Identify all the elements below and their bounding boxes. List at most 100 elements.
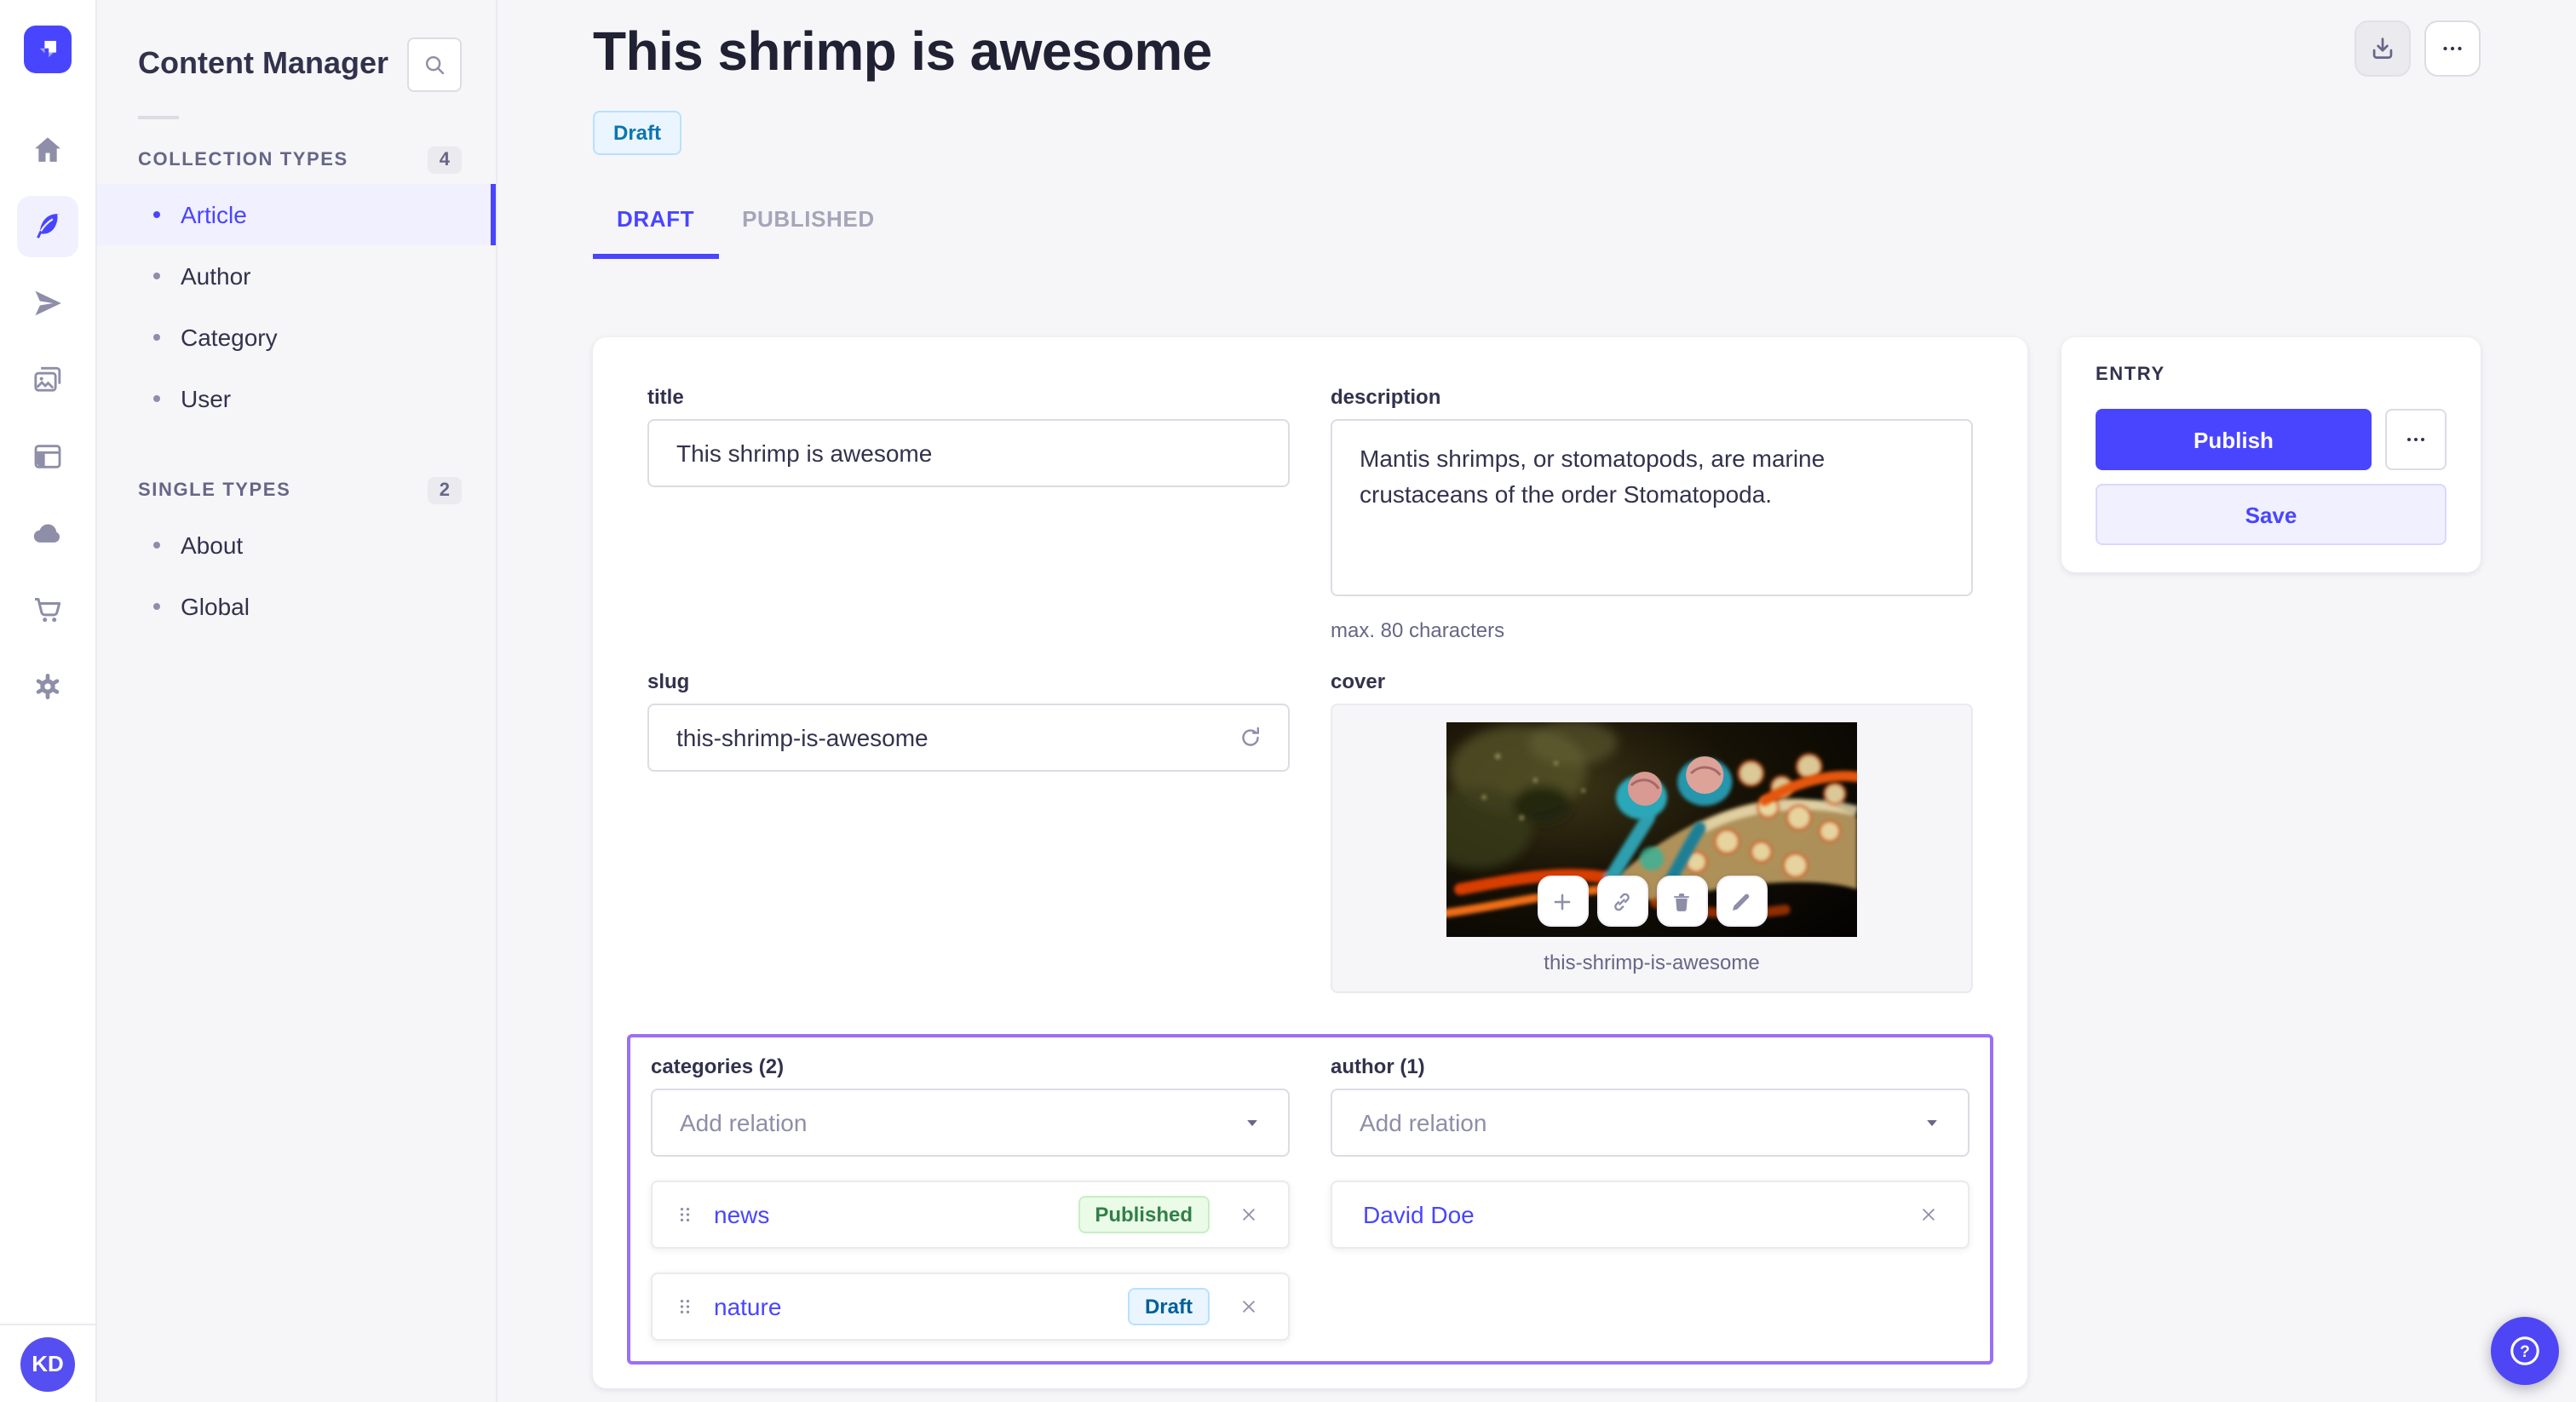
delete-asset-button[interactable] bbox=[1656, 876, 1707, 927]
sidebar-item-label: User bbox=[181, 385, 232, 412]
more-options-button[interactable] bbox=[2424, 20, 2481, 77]
relation-item-nature: nature Draft bbox=[651, 1273, 1290, 1341]
help-icon: ? bbox=[2510, 1336, 2539, 1365]
tab-published[interactable]: PUBLISHED bbox=[718, 206, 899, 259]
bullet-icon bbox=[153, 211, 160, 218]
sidebar-item-label: Author bbox=[181, 262, 251, 290]
relation-link[interactable]: David Doe bbox=[1363, 1201, 1889, 1228]
relation-item-david-doe: David Doe bbox=[1331, 1181, 1969, 1249]
cover-card: this-shrimp-is-awesome bbox=[1331, 704, 1973, 993]
marketplace-icon[interactable] bbox=[17, 579, 78, 641]
tab-draft[interactable]: DRAFT bbox=[593, 206, 719, 259]
save-button[interactable]: Save bbox=[2096, 484, 2447, 545]
more-horizontal-icon bbox=[2407, 438, 2424, 441]
edit-asset-button[interactable] bbox=[1716, 876, 1767, 927]
sidebar-item-label: Category bbox=[181, 324, 278, 351]
slug-input[interactable] bbox=[647, 704, 1290, 772]
regenerate-icon bbox=[1242, 727, 1259, 746]
app-icon-rail: KD bbox=[0, 0, 97, 1402]
strapi-logo[interactable] bbox=[24, 26, 72, 73]
bullet-icon bbox=[153, 334, 160, 341]
content-type-builder-icon[interactable] bbox=[17, 426, 78, 487]
publish-button[interactable]: Publish bbox=[2096, 409, 2372, 470]
version-tabs: DRAFT PUBLISHED bbox=[593, 206, 2481, 259]
media-library-icon[interactable] bbox=[17, 349, 78, 411]
bullet-icon bbox=[153, 273, 160, 279]
sidebar-item-label: Article bbox=[181, 201, 247, 228]
slug-field: slug bbox=[647, 669, 1290, 772]
title-field: title bbox=[647, 385, 1290, 487]
content-manager-icon[interactable] bbox=[17, 196, 78, 257]
status-badge: Draft bbox=[593, 111, 682, 155]
sidebar-item-article[interactable]: Article bbox=[97, 184, 496, 245]
single-types-header: SINGLE TYPES 2 bbox=[97, 460, 496, 514]
collection-types-header: COLLECTION TYPES 4 bbox=[97, 129, 496, 184]
help-button[interactable]: ? bbox=[2491, 1317, 2559, 1385]
svg-text:?: ? bbox=[2520, 1343, 2530, 1361]
close-icon bbox=[1242, 1300, 1256, 1313]
author-add-relation-combobox[interactable]: Add relation bbox=[1331, 1089, 1969, 1157]
section-label: COLLECTION TYPES bbox=[138, 150, 348, 170]
link-icon bbox=[1614, 892, 1630, 911]
cover-actions bbox=[1537, 876, 1767, 927]
sidebar-item-user[interactable]: User bbox=[97, 368, 496, 429]
description-textarea[interactable]: Mantis shrimps, or stomatopods, are mari… bbox=[1331, 419, 1973, 596]
drag-handle-icon[interactable] bbox=[673, 1199, 697, 1230]
description-label: description bbox=[1331, 385, 1441, 409]
sidebar-item-label: About bbox=[181, 531, 244, 559]
sidebar-item-label: Global bbox=[181, 593, 250, 620]
title-input[interactable] bbox=[647, 419, 1290, 487]
description-hint: max. 80 characters bbox=[1331, 618, 1505, 642]
download-icon bbox=[2372, 37, 2393, 59]
entry-panel: ENTRY Publish Save bbox=[2061, 337, 2481, 572]
sidebar-divider bbox=[138, 116, 179, 119]
sidebar-item-author[interactable]: Author bbox=[97, 245, 496, 307]
sidebar-item-global[interactable]: Global bbox=[97, 576, 496, 637]
relation-status-badge: Published bbox=[1078, 1196, 1210, 1233]
download-button[interactable] bbox=[2355, 20, 2411, 77]
user-avatar[interactable]: KD bbox=[20, 1336, 75, 1391]
edit-form-panel: title description Mantis shrimps, or sto… bbox=[593, 337, 2027, 1388]
pencil-icon bbox=[1733, 893, 1750, 910]
relation-link[interactable]: news bbox=[714, 1201, 1061, 1228]
content-manager-sidebar: Content Manager COLLECTION TYPES 4 Artic… bbox=[97, 0, 497, 1402]
search-button[interactable] bbox=[407, 37, 462, 92]
remove-relation-button[interactable] bbox=[1227, 1192, 1271, 1237]
categories-add-relation-combobox[interactable]: Add relation bbox=[651, 1089, 1290, 1157]
releases-icon[interactable] bbox=[17, 273, 78, 334]
home-icon[interactable] bbox=[17, 119, 78, 181]
add-asset-button[interactable] bbox=[1537, 876, 1588, 927]
plus-icon bbox=[1554, 893, 1571, 910]
cover-filename: this-shrimp-is-awesome bbox=[1544, 951, 1760, 974]
single-types-count-badge: 2 bbox=[427, 477, 462, 504]
search-icon bbox=[426, 56, 445, 75]
settings-icon[interactable] bbox=[17, 656, 78, 717]
deploy-icon[interactable] bbox=[17, 503, 78, 564]
trash-icon bbox=[1674, 893, 1689, 911]
app-window: KD Content Manager COLLECTION TYPES 4 Ar… bbox=[0, 0, 2576, 1402]
title-label: title bbox=[647, 385, 684, 409]
close-icon bbox=[1242, 1208, 1256, 1221]
sidebar-title: Content Manager bbox=[138, 46, 389, 80]
user-section: KD bbox=[0, 1324, 95, 1402]
regenerate-slug-button[interactable] bbox=[1232, 719, 1269, 756]
page-title: This shrimp is awesome bbox=[593, 20, 1212, 82]
relation-item-news: news Published bbox=[651, 1181, 1290, 1249]
entry-more-button[interactable] bbox=[2385, 409, 2447, 470]
bullet-icon bbox=[153, 603, 160, 610]
relation-link[interactable]: nature bbox=[714, 1293, 1111, 1320]
strapi-logo-icon bbox=[39, 41, 56, 58]
sidebar-item-about[interactable]: About bbox=[97, 514, 496, 576]
remove-relation-button[interactable] bbox=[1227, 1284, 1271, 1329]
collection-types-count-badge: 4 bbox=[427, 147, 462, 174]
remove-relation-button[interactable] bbox=[1906, 1192, 1951, 1237]
sidebar-item-category[interactable]: Category bbox=[97, 307, 496, 368]
copy-link-button[interactable] bbox=[1596, 876, 1647, 927]
drag-handle-icon[interactable] bbox=[673, 1291, 697, 1322]
bullet-icon bbox=[153, 395, 160, 402]
section-label: SINGLE TYPES bbox=[138, 480, 291, 501]
chevron-down-icon bbox=[1927, 1120, 1937, 1127]
description-field: description Mantis shrimps, or stomatopo… bbox=[1331, 385, 1973, 642]
categories-field: categories (2) Add relation news Publish… bbox=[651, 1054, 1290, 1341]
author-field: author (1) Add relation David Doe bbox=[1331, 1054, 1969, 1341]
